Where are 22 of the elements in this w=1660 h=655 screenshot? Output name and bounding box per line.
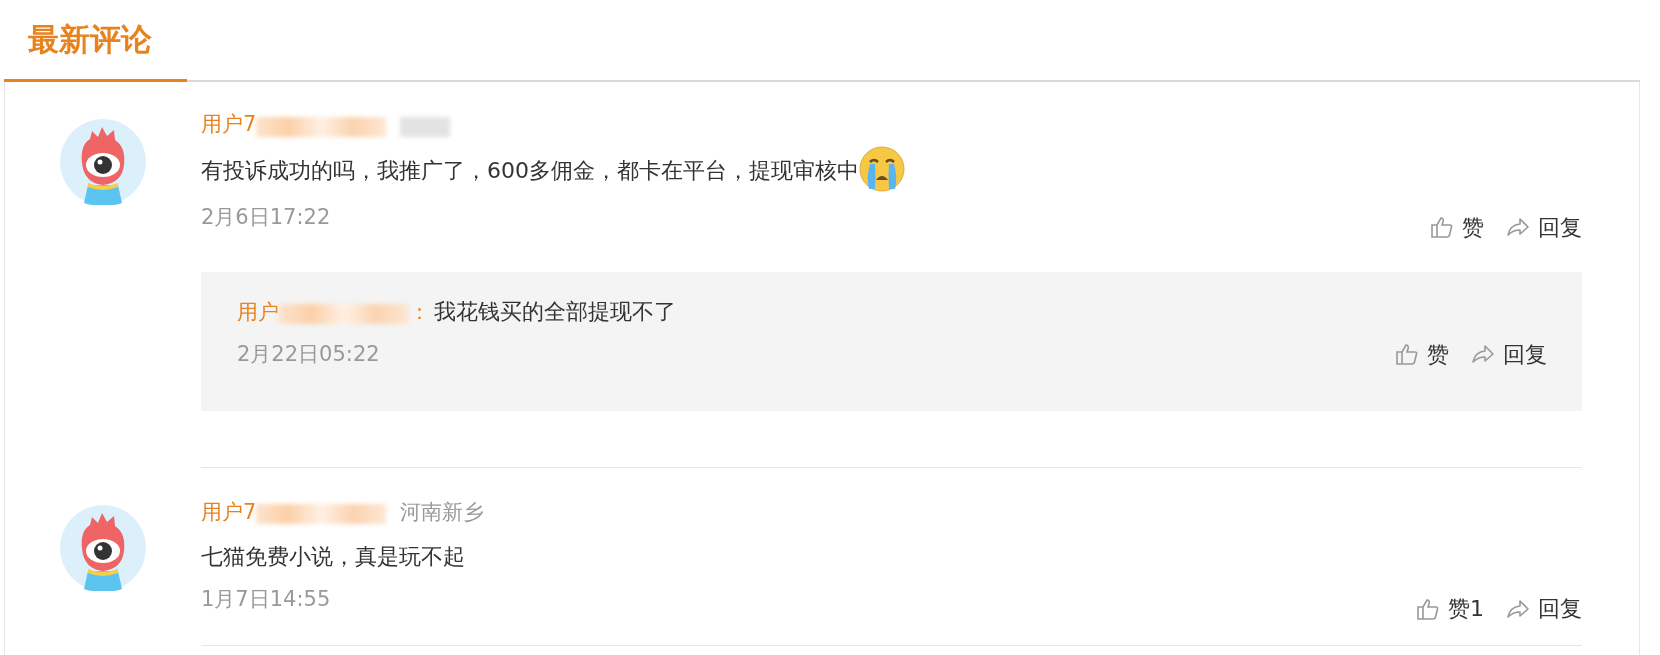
like-button[interactable]: 赞 [1430,210,1484,244]
thumbs-up-icon [1416,597,1440,620]
reply-arrow-icon [1506,217,1530,237]
reply-button[interactable]: 回复 [1471,337,1547,371]
timestamp: 2月22日05:22 [237,341,380,368]
reply-arrow-icon [1471,344,1495,364]
avatar-icon [60,504,146,591]
timestamp: 1月7日14:55 [201,585,331,613]
avatar-icon [60,119,146,205]
location-text: 河南新乡 [400,499,485,524]
thumbs-up-icon [1395,343,1419,365]
timestamp: 2月6日17:22 [201,204,331,231]
reply-text: 我花钱买的全部提现不了 [434,298,676,324]
separator-text: ： [409,299,430,324]
reply-button[interactable]: 回复 [1506,592,1582,625]
comment-text: 有投诉成功的吗，我推广了，600多佣金，都卡在平台，提现审核中 [201,157,859,183]
like-button[interactable]: 赞 [1395,337,1449,371]
reply-button[interactable]: 回复 [1506,210,1582,244]
reply-arrow-icon [1506,598,1530,619]
comment-text: 七猫免费小说，真是玩不起 [201,543,465,569]
like-button[interactable]: 赞1 [1416,592,1484,625]
thumbs-up-icon [1430,216,1454,238]
